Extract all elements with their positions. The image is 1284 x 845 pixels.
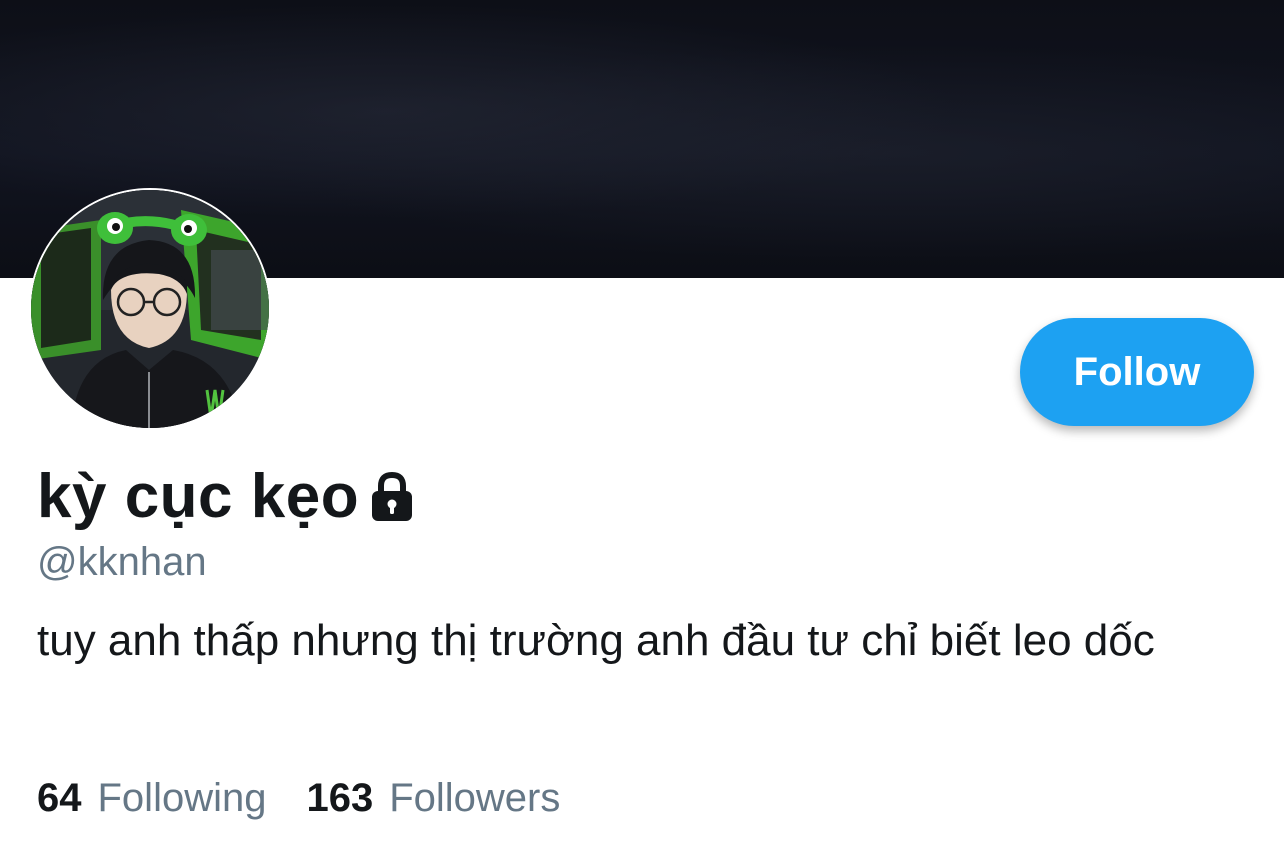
- profile-avatar[interactable]: [29, 188, 271, 430]
- followers-count: 163: [306, 776, 374, 820]
- profile-bio: tuy anh thấp nhưng thị trường anh đầu tư…: [37, 616, 1155, 665]
- profile-name-row: kỳ cục kẹo: [37, 462, 415, 532]
- followers-label: Followers: [389, 776, 561, 820]
- following-count: 64: [37, 776, 82, 820]
- profile-display-name: kỳ cục kẹo: [37, 462, 360, 531]
- profile-page: Follow kỳ cục kẹo @kknhan tuy anh thấp n…: [0, 0, 1284, 845]
- following-stat[interactable]: 64 Following: [37, 772, 266, 824]
- profile-stats: 64 Following 163 Followers: [37, 772, 560, 824]
- following-label: Following: [97, 776, 267, 820]
- followers-stat[interactable]: 163 Followers: [306, 772, 560, 824]
- profile-handle: @kknhan: [37, 540, 207, 584]
- avatar-photo-icon: [31, 190, 269, 428]
- follow-button[interactable]: Follow: [1020, 318, 1254, 426]
- lock-icon: [369, 471, 415, 523]
